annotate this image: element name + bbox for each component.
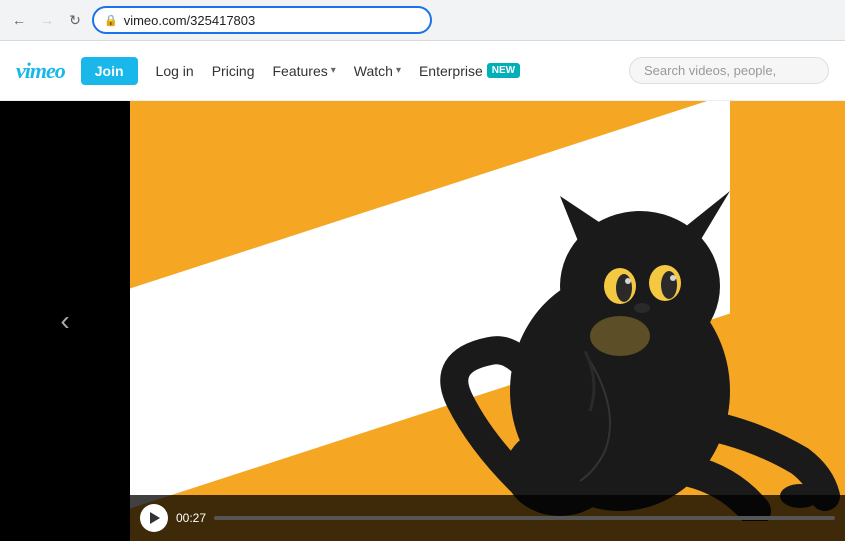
video-controls: 00:27	[130, 495, 845, 541]
new-badge: NEW	[487, 63, 520, 78]
cat-illustration	[130, 101, 845, 521]
browser-toolbar: ← → ↻ 🔒 vimeo.com/325417803	[0, 0, 845, 40]
play-button[interactable]	[140, 504, 168, 532]
watch-link[interactable]: Watch ▾	[348, 59, 407, 83]
search-bar[interactable]: Search videos, people,	[629, 57, 829, 84]
vimeo-navbar: vimeo Join Log in Pricing Features ▾ Wat…	[0, 41, 845, 101]
video-background	[130, 101, 845, 541]
enterprise-link[interactable]: Enterprise NEW	[413, 59, 526, 83]
prev-arrow[interactable]: ‹	[60, 305, 69, 337]
vimeo-logo[interactable]: vimeo	[16, 58, 65, 84]
address-bar[interactable]: 🔒 vimeo.com/325417803	[92, 6, 432, 34]
left-panel: ‹	[0, 101, 130, 541]
forward-button[interactable]: →	[36, 9, 58, 31]
back-button[interactable]: ←	[8, 9, 30, 31]
lock-icon: 🔒	[104, 14, 118, 27]
nav-links: Log in Pricing Features ▾ Watch ▾ Enterp…	[150, 59, 629, 83]
join-button[interactable]: Join	[81, 57, 138, 85]
browser-chrome: ← → ↻ 🔒 vimeo.com/325417803	[0, 0, 845, 41]
features-link[interactable]: Features ▾	[267, 59, 342, 83]
progress-bar[interactable]	[214, 516, 835, 520]
play-icon	[150, 512, 160, 524]
url-text: vimeo.com/325417803	[124, 13, 420, 28]
video-container[interactable]: ‹	[0, 101, 845, 541]
features-arrow: ▾	[331, 65, 336, 76]
time-display: 00:27	[176, 511, 206, 525]
reload-button[interactable]: ↻	[64, 9, 86, 31]
pricing-link[interactable]: Pricing	[206, 59, 261, 83]
login-link[interactable]: Log in	[150, 59, 200, 83]
watch-arrow: ▾	[396, 65, 401, 76]
